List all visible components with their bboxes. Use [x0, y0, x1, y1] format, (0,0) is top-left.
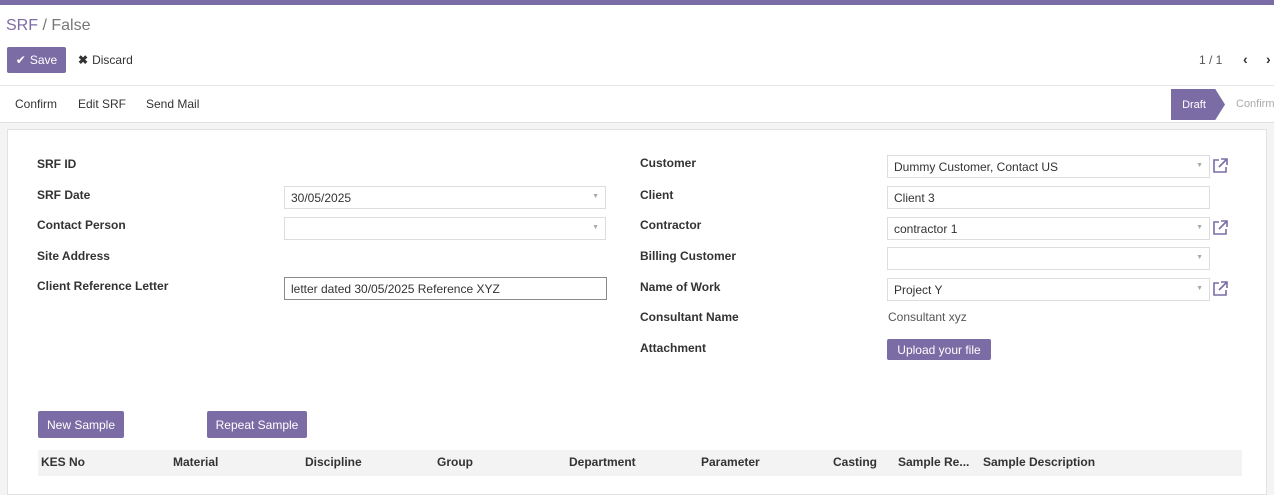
external-link-icon[interactable]	[1211, 157, 1229, 175]
customer-value: Dummy Customer, Contact US	[894, 160, 1059, 174]
srf-id-label: SRF ID	[37, 157, 77, 171]
form-sheet: SRF ID SRF Date 30/05/2025 ▼ Contact Per…	[7, 129, 1267, 495]
repeat-sample-button[interactable]: Repeat Sample	[207, 411, 307, 438]
samples-table-header: KES No Material Discipline Group Departm…	[38, 450, 1242, 476]
srf-date-field[interactable]: 30/05/2025 ▼	[284, 186, 606, 209]
statusbar: Confirm Edit SRF Send Mail Draft Confirm	[0, 85, 1274, 123]
client-reference-letter-field[interactable]: letter dated 30/05/2025 Reference XYZ	[284, 277, 607, 300]
contractor-value: contractor 1	[894, 222, 958, 236]
external-link-icon[interactable]	[1211, 280, 1229, 298]
send-mail-button[interactable]: Send Mail	[146, 97, 199, 111]
column-kes-no[interactable]: KES No	[41, 455, 85, 469]
edit-srf-button[interactable]: Edit SRF	[78, 97, 126, 111]
breadcrumb-parent-link[interactable]: SRF	[6, 17, 38, 34]
save-button[interactable]: ✔ Save	[7, 47, 66, 73]
chevron-right-icon[interactable]: ›	[1266, 51, 1271, 67]
name-of-work-label: Name of Work	[640, 280, 721, 294]
chevron-left-icon[interactable]: ‹	[1243, 51, 1248, 67]
stage-draft[interactable]: Draft	[1171, 89, 1225, 120]
column-group[interactable]: Group	[437, 455, 473, 469]
client-reference-letter-label: Client Reference Letter	[37, 279, 169, 293]
check-icon: ✔	[15, 53, 26, 67]
contact-person-label: Contact Person	[37, 218, 126, 232]
customer-label: Customer	[640, 156, 697, 170]
caret-down-icon: ▼	[592, 224, 599, 231]
site-address-label: Site Address	[37, 249, 110, 263]
times-icon: ✖	[78, 53, 89, 67]
save-button-label: Save	[29, 53, 58, 67]
stage-confirm[interactable]: Confirm	[1236, 98, 1274, 110]
breadcrumb-current: False	[51, 17, 91, 34]
billing-customer-label: Billing Customer	[640, 249, 737, 263]
caret-down-icon: ▼	[592, 193, 599, 200]
caret-down-icon: ▼	[1196, 162, 1203, 169]
srf-date-value: 30/05/2025	[291, 191, 352, 205]
billing-customer-field[interactable]: ▼	[887, 247, 1210, 270]
column-sample-received[interactable]: Sample Re...	[898, 455, 969, 469]
contractor-label: Contractor	[640, 218, 702, 232]
column-discipline[interactable]: Discipline	[305, 455, 362, 469]
consultant-name-value: Consultant xyz	[888, 310, 967, 324]
breadcrumb-separator: /	[38, 17, 52, 34]
column-parameter[interactable]: Parameter	[701, 455, 760, 469]
column-casting[interactable]: Casting	[833, 455, 877, 469]
discard-button[interactable]: ✖ Discard	[78, 47, 133, 73]
column-material[interactable]: Material	[173, 455, 218, 469]
confirm-button[interactable]: Confirm	[15, 97, 57, 111]
breadcrumb: SRF / False	[6, 17, 90, 35]
contact-person-field[interactable]: ▼	[284, 217, 606, 240]
contractor-field[interactable]: contractor 1 ▼	[887, 217, 1210, 240]
srf-date-label: SRF Date	[37, 188, 91, 202]
caret-down-icon: ▼	[1196, 285, 1203, 292]
pager-value[interactable]: 1 / 1	[1199, 53, 1222, 67]
client-value: Client 3	[894, 191, 935, 205]
external-link-icon[interactable]	[1211, 219, 1229, 237]
client-reference-letter-value: letter dated 30/05/2025 Reference XYZ	[291, 282, 500, 296]
caret-down-icon: ▼	[1196, 224, 1203, 231]
caret-down-icon: ▼	[1196, 254, 1203, 261]
new-sample-button[interactable]: New Sample	[38, 411, 124, 438]
client-field[interactable]: Client 3	[887, 186, 1210, 209]
customer-field[interactable]: Dummy Customer, Contact US ▼	[887, 155, 1210, 178]
attachment-label: Attachment	[640, 341, 707, 355]
name-of-work-value: Project Y	[894, 283, 943, 297]
control-panel: SRF / False ✔ Save ✖ Discard 1 / 1 ‹ › C…	[0, 5, 1274, 123]
name-of-work-field[interactable]: Project Y ▼	[887, 278, 1210, 301]
consultant-name-label: Consultant Name	[640, 310, 739, 324]
client-label: Client	[640, 188, 674, 202]
column-sample-description[interactable]: Sample Description	[983, 455, 1095, 469]
discard-button-label: Discard	[92, 53, 133, 67]
upload-file-button[interactable]: Upload your file	[887, 339, 991, 360]
column-department[interactable]: Department	[569, 455, 636, 469]
